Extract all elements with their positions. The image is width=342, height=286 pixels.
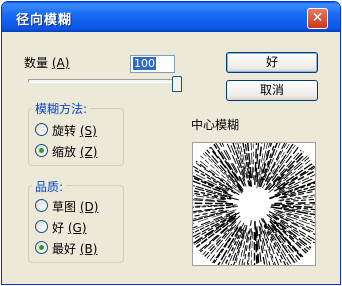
quality-title: 品质: [32, 178, 67, 195]
option-spin-hotkey: (S) [79, 124, 97, 138]
blur-streak [274, 201, 327, 205]
option-best[interactable]: 最好 (B) [52, 240, 97, 257]
amount-label-text: 数量 [24, 56, 49, 70]
amount-label: 数量 (A) [24, 54, 69, 71]
radio-zoom[interactable] [35, 144, 48, 157]
title-bar[interactable]: 径向模糊 ✕ [2, 2, 340, 32]
option-zoom-label: 缩放 [52, 145, 77, 159]
amount-value: 100 [133, 57, 156, 70]
blur-streak [215, 142, 241, 182]
option-draft-label: 草图 [52, 200, 77, 214]
radio-spin[interactable] [35, 123, 48, 136]
option-draft[interactable]: 草图 (D) [52, 198, 98, 215]
blur-streak [278, 204, 326, 206]
radio-best[interactable] [35, 241, 48, 254]
option-best-label: 最好 [52, 242, 77, 256]
option-draft-hotkey: (D) [79, 200, 99, 214]
radial-blur-preview-icon [181, 132, 327, 277]
blur-center-preview[interactable] [181, 132, 327, 277]
blur-method-title: 模糊方法: [32, 100, 91, 117]
ok-button[interactable]: 好 [226, 52, 318, 73]
option-zoom[interactable]: 缩放 (Z) [52, 143, 97, 160]
close-button[interactable]: ✕ [307, 8, 328, 29]
close-icon: ✕ [311, 10, 324, 26]
blur-streak [181, 202, 234, 205]
option-good-label: 好 [52, 221, 65, 235]
option-spin[interactable]: 旋转 (S) [52, 122, 97, 139]
blur-streak [209, 220, 242, 262]
radio-good[interactable] [35, 220, 48, 233]
option-good-hotkey: (G) [67, 221, 87, 235]
preview-title: 中心模糊 [191, 118, 240, 132]
radio-draft[interactable] [35, 199, 48, 212]
option-spin-label: 旋转 [52, 124, 77, 138]
option-best-hotkey: (B) [79, 242, 98, 256]
blur-streak [252, 132, 255, 181]
amount-slider-thumb[interactable] [172, 76, 182, 92]
option-zoom-hotkey: (Z) [79, 145, 98, 159]
cancel-button[interactable]: 取消 [226, 80, 318, 101]
blur-streak [264, 146, 299, 191]
radial-blur-dialog: 径向模糊 ✕ 数量 (A) 100 好 取消 模糊方法: 旋转 (S) 缩放 (… [1, 1, 341, 285]
amount-input[interactable]: 100 [130, 55, 175, 73]
window-title: 径向模糊 [16, 13, 73, 28]
option-good[interactable]: 好 (G) [52, 219, 87, 236]
amount-slider-track[interactable] [28, 79, 178, 83]
amount-hotkey: (A) [51, 56, 70, 70]
